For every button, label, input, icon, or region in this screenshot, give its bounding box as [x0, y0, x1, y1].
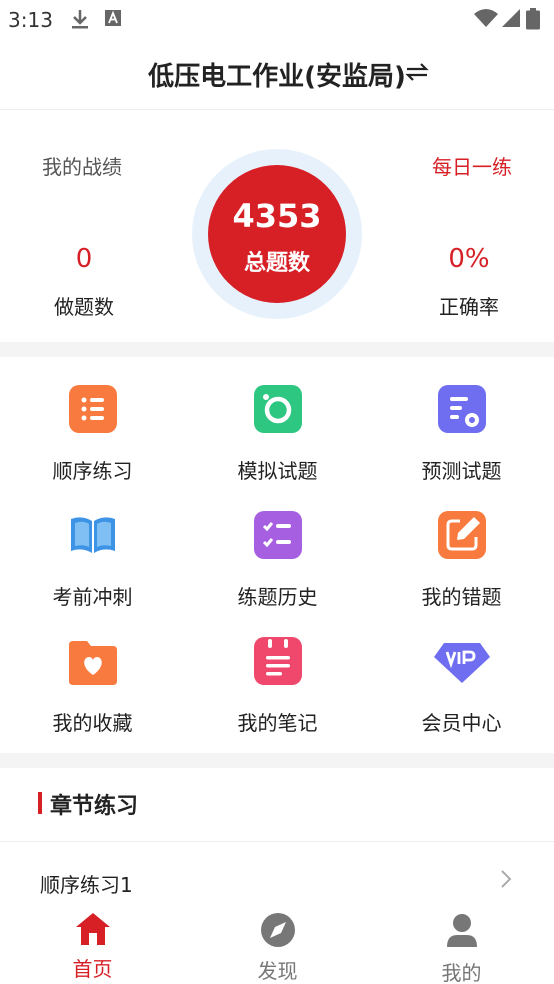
title-bar: 低压电工作业(安监局): [0, 40, 554, 110]
accuracy-label: 正确率: [439, 295, 499, 319]
menu-item-label: 顺序练习: [52, 459, 133, 483]
camera-icon: [254, 385, 302, 433]
menu-item-label: 模拟试题: [237, 459, 318, 483]
total-circle[interactable]: 4353 总题数: [208, 165, 346, 303]
notebook-icon: [254, 637, 302, 685]
menu-item-label: 我的收藏: [52, 711, 133, 735]
menu-item-mock-exam[interactable]: 模拟试题: [185, 357, 370, 483]
menu-item-vip-center[interactable]: 会员中心: [369, 609, 554, 735]
my-record-label: 我的战绩: [42, 155, 122, 179]
total-count: 4353: [232, 197, 322, 235]
menu-item-my-favorites[interactable]: 我的收藏: [0, 609, 185, 735]
nav-tab-discover[interactable]: 发现: [185, 903, 370, 984]
vip-diamond-icon: [434, 637, 490, 685]
menu-item-practice-history[interactable]: 练题历史: [185, 483, 370, 609]
signal-icon: [502, 8, 520, 32]
menu-item-label: 预测试题: [421, 459, 502, 483]
daily-practice-link[interactable]: 每日一练: [432, 151, 512, 180]
accuracy-value: 0%: [448, 244, 490, 274]
menu-item-pre-exam-sprint[interactable]: 考前冲刺: [0, 483, 185, 609]
checklist-icon: [254, 511, 302, 559]
bottom-nav: 首页 发现 我的: [0, 903, 554, 984]
nav-label: 首页: [72, 957, 113, 981]
menu-item-sequential-practice[interactable]: 顺序练习: [0, 357, 185, 483]
nav-label: 我的: [441, 961, 482, 984]
function-grid: 顺序练习 模拟试题 预测试题 考前冲刺 练题历史 我的错题 我的收藏 我的笔记 …: [0, 357, 554, 753]
menu-item-my-notes[interactable]: 我的笔记: [185, 609, 370, 735]
menu-item-predicted-exam[interactable]: 预测试题: [369, 357, 554, 483]
nav-tab-mine[interactable]: 我的: [369, 903, 554, 984]
menu-item-label: 我的错题: [421, 585, 502, 609]
chapter-item-label: 顺序练习1: [40, 873, 133, 897]
done-label: 做题数: [54, 295, 114, 319]
edit-icon: [438, 511, 486, 559]
chapter-section-title: 章节练习: [50, 794, 139, 819]
heart-folder-icon: [69, 637, 117, 685]
divider: [0, 342, 554, 357]
total-label: 总题数: [243, 251, 310, 276]
menu-item-label: 我的笔记: [237, 711, 318, 735]
status-bar: 3:13: [0, 0, 554, 40]
battery-icon: [526, 8, 540, 34]
chevron-right-icon: [500, 869, 512, 894]
nav-label: 发现: [257, 959, 298, 983]
compass-icon: [259, 911, 297, 953]
chapter-section-header: 章节练习: [0, 768, 554, 842]
wifi-icon: [474, 8, 498, 32]
document-gear-icon: [438, 385, 486, 433]
user-icon: [443, 911, 481, 953]
done-count: 0: [75, 244, 93, 274]
open-book-icon: [69, 511, 117, 559]
section-accent-bar: [38, 792, 42, 814]
status-time: 3:13: [8, 8, 53, 32]
menu-item-label: 考前冲刺: [52, 585, 133, 609]
page-title: 低压电工作业(安监局): [148, 62, 406, 92]
divider: [0, 753, 554, 768]
home-icon: [74, 911, 112, 951]
download-icon: [70, 8, 90, 34]
menu-item-label: 会员中心: [421, 711, 502, 735]
menu-item-label: 练题历史: [237, 585, 318, 609]
stats-panel: 我的战绩 每日一练 0 做题数 4353 总题数 0% 正确率: [0, 111, 554, 342]
nav-tab-home[interactable]: 首页: [0, 903, 185, 984]
menu-item-my-mistakes[interactable]: 我的错题: [369, 483, 554, 609]
chapter-list-item[interactable]: 顺序练习1: [0, 843, 554, 903]
switch-exam-icon[interactable]: [404, 60, 430, 88]
notification-a-icon: [104, 8, 122, 32]
list-icon: [69, 385, 117, 433]
